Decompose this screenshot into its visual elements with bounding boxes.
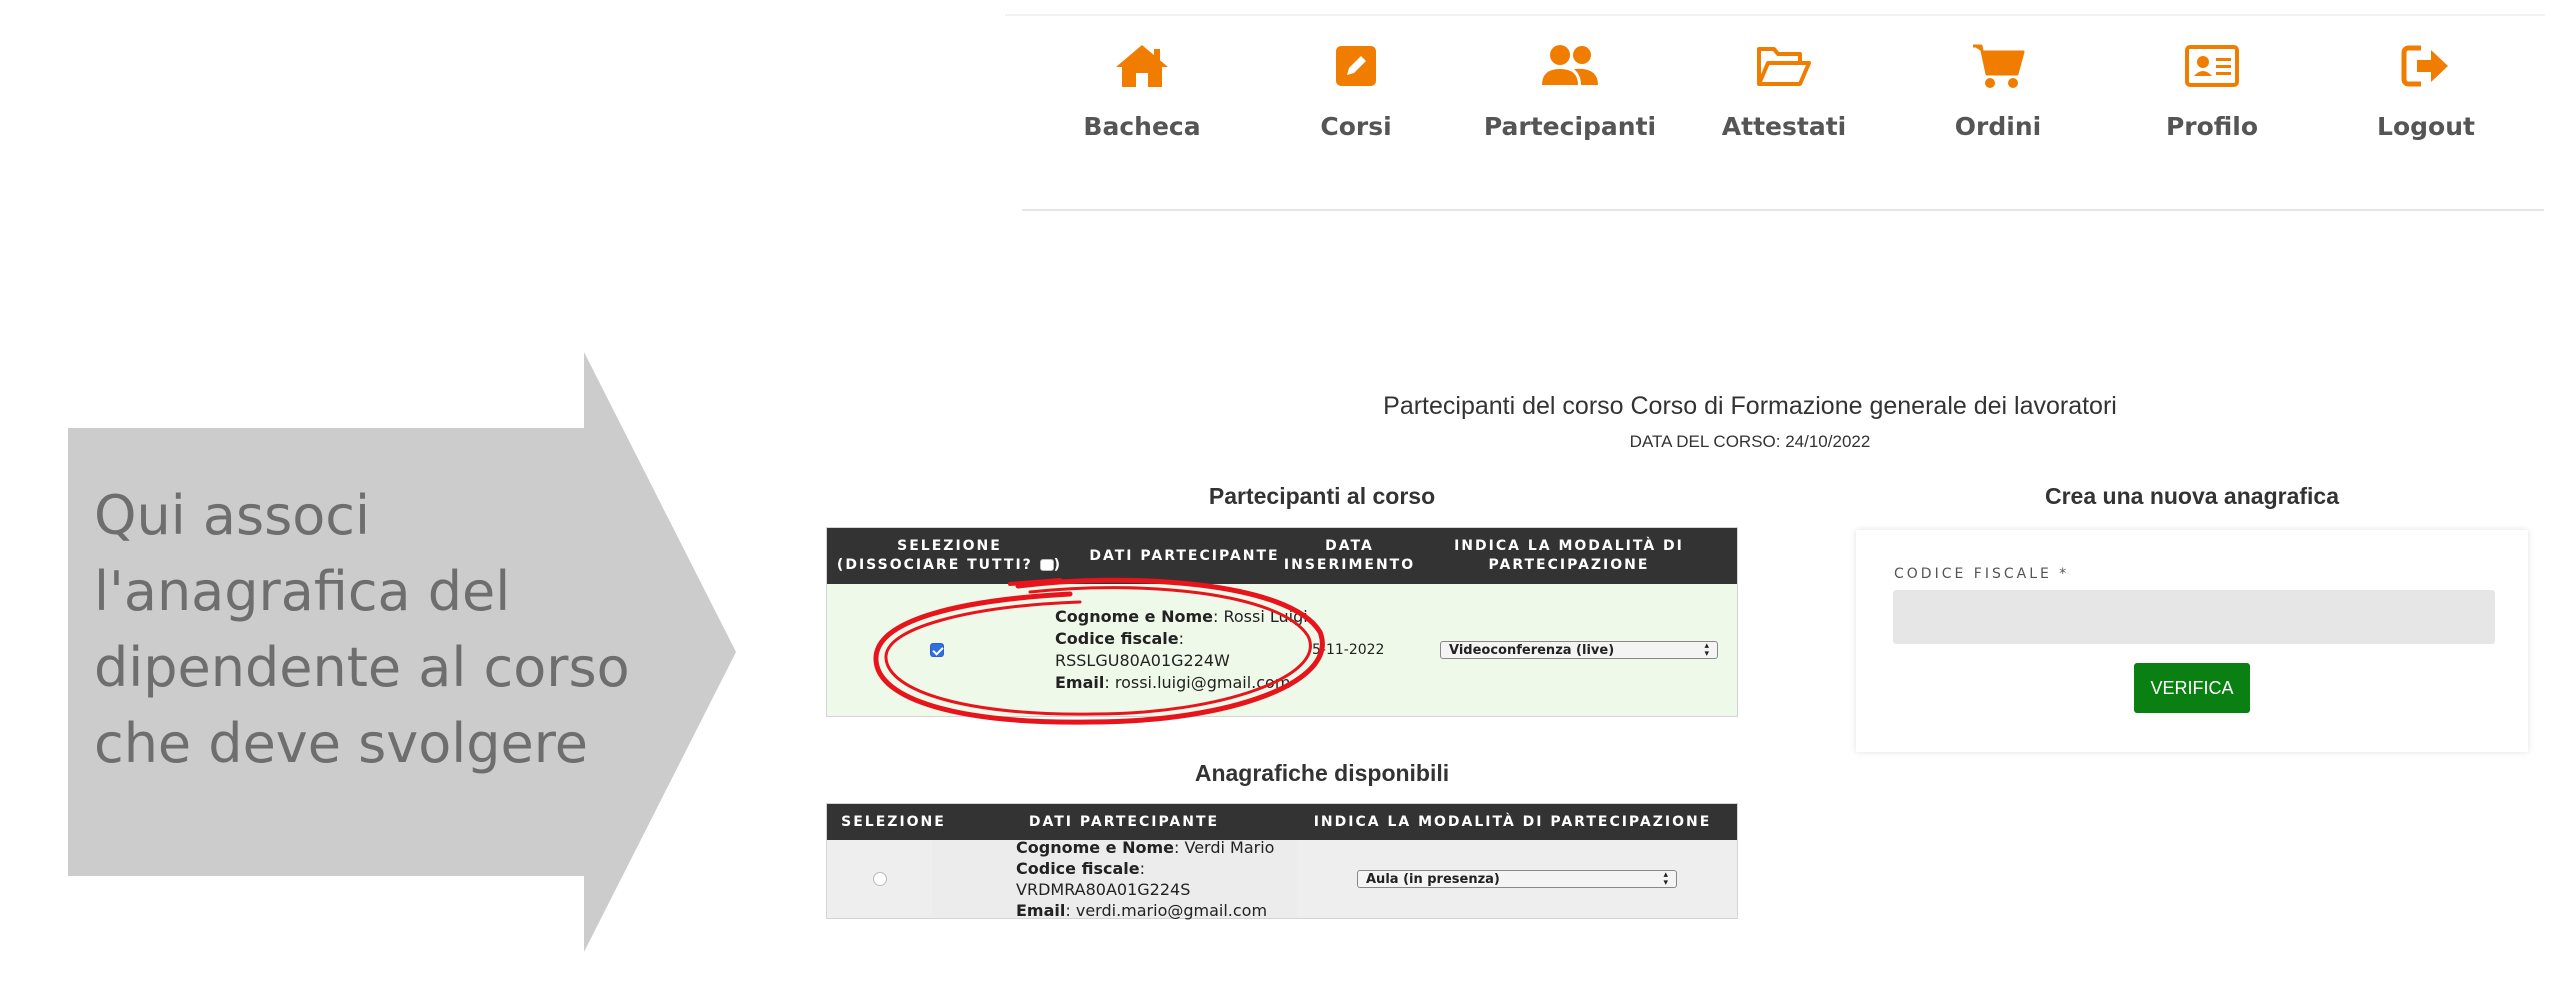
col-mode: INDICA LA MODALITÀ DI PARTECIPAZIONE [1454, 538, 1684, 573]
callout-line: l'anagrafica del [94, 560, 511, 623]
callout-line: che deve svolgere [94, 712, 589, 775]
available-checkbox[interactable] [872, 872, 887, 886]
table-row: Cognome e Nome: Verdi Mario Codice fisca… [827, 838, 1737, 920]
top-divider [1005, 14, 2545, 16]
sign-out-icon [2391, 38, 2461, 94]
enrolled-title: Partecipanti al corso [1208, 483, 1436, 509]
select-arrows-icon: ▴ ▾ [1704, 641, 1709, 659]
name-label: Cognome e Nome [1016, 838, 1174, 857]
dissociate-all-checkbox[interactable] [1039, 559, 1054, 571]
nav-item-profilo[interactable]: Profilo [2105, 38, 2319, 141]
participant-name: Verdi Mario [1184, 838, 1275, 857]
cart-icon [1963, 38, 2033, 94]
nav-label: Bacheca [1083, 112, 1201, 141]
nav-label: Partecipanti [1483, 112, 1657, 141]
col-select-close: ) [1053, 557, 1063, 573]
nav-item-partecipanti[interactable]: Partecipanti [1463, 38, 1677, 141]
nav-label: Profilo [2165, 112, 2259, 141]
participant-email: verdi.mario@gmail.com [1075, 901, 1268, 920]
nav-item-corsi[interactable]: Corsi [1249, 38, 1463, 141]
col-mode: INDICA LA MODALITÀ DI PARTECIPAZIONE [1313, 813, 1712, 830]
cf-label: Codice fiscale [1016, 859, 1140, 878]
verify-button[interactable]: VERIFICA [2134, 663, 2250, 713]
callout-text: Qui associ l'anagrafica del dipendente a… [94, 478, 654, 782]
cf-input[interactable] [1893, 590, 2495, 644]
available-table: SELEZIONE DATI PARTECIPANTE INDICA LA MO… [826, 803, 1738, 920]
select-cell [827, 840, 932, 918]
highlight-ellipse [873, 577, 1325, 725]
id-card-icon [2177, 38, 2247, 94]
page-title: Partecipanti del corso Corso di Formazio… [1383, 392, 2117, 420]
callout-line: Qui associ [94, 484, 370, 547]
mode-select[interactable]: Videoconferenza (live) ▴ ▾ [1440, 641, 1718, 659]
nav-divider [1022, 209, 2544, 211]
edit-icon [1321, 38, 1391, 94]
nav-label: Logout [2377, 112, 2475, 141]
table-header: SELEZIONE DATI PARTECIPANTE INDICA LA MO… [827, 804, 1737, 840]
cf-field-label: CODICE FISCALE * [1894, 566, 2070, 582]
mode-cell: Videoconferenza (live) ▴ ▾ [1422, 584, 1736, 716]
course-date: DATA DEL CORSO: 24/10/2022 [1629, 432, 1871, 451]
nav-label: Attestati [1721, 112, 1847, 141]
participant-cf: VRDMRA80A01G224S [1016, 880, 1191, 899]
participant-info: Cognome e Nome: Verdi Mario Codice fisca… [932, 838, 1297, 920]
nav-label: Ordini [1954, 112, 2042, 141]
col-data: DATI PARTECIPANTE [1028, 813, 1220, 830]
col-select-label: SELEZIONE (DISSOCIARE TUTTI? [836, 538, 1033, 573]
main-nav: Bacheca Corsi Partecipanti Attestati Ord… [1035, 38, 2535, 141]
users-icon [1535, 38, 1605, 94]
mode-cell: Aula (in presenza) ▴ ▾ [1297, 840, 1737, 918]
mode-select[interactable]: Aula (in presenza) ▴ ▾ [1357, 870, 1677, 888]
nav-item-attestati[interactable]: Attestati [1677, 38, 1891, 141]
nav-item-bacheca[interactable]: Bacheca [1035, 38, 1249, 141]
new-record-card: CODICE FISCALE * VERIFICA [1856, 530, 2528, 752]
mode-select-value: Aula (in presenza) [1366, 871, 1500, 887]
select-arrows-icon: ▴ ▾ [1663, 870, 1668, 888]
folder-open-icon [1749, 38, 1819, 94]
new-record-title: Crea una nuova anagrafica [2045, 483, 2339, 509]
nav-label: Corsi [1320, 112, 1392, 141]
email-label: Email [1016, 901, 1066, 920]
available-title: Anagrafiche disponibili [1194, 760, 1450, 786]
callout-line: dipendente al corso [94, 636, 630, 699]
nav-item-logout[interactable]: Logout [2319, 38, 2533, 141]
home-icon [1107, 38, 1177, 94]
col-select: SELEZIONE [841, 813, 946, 830]
nav-item-ordini[interactable]: Ordini [1891, 38, 2105, 141]
mode-select-value: Videoconferenza (live) [1449, 642, 1615, 658]
